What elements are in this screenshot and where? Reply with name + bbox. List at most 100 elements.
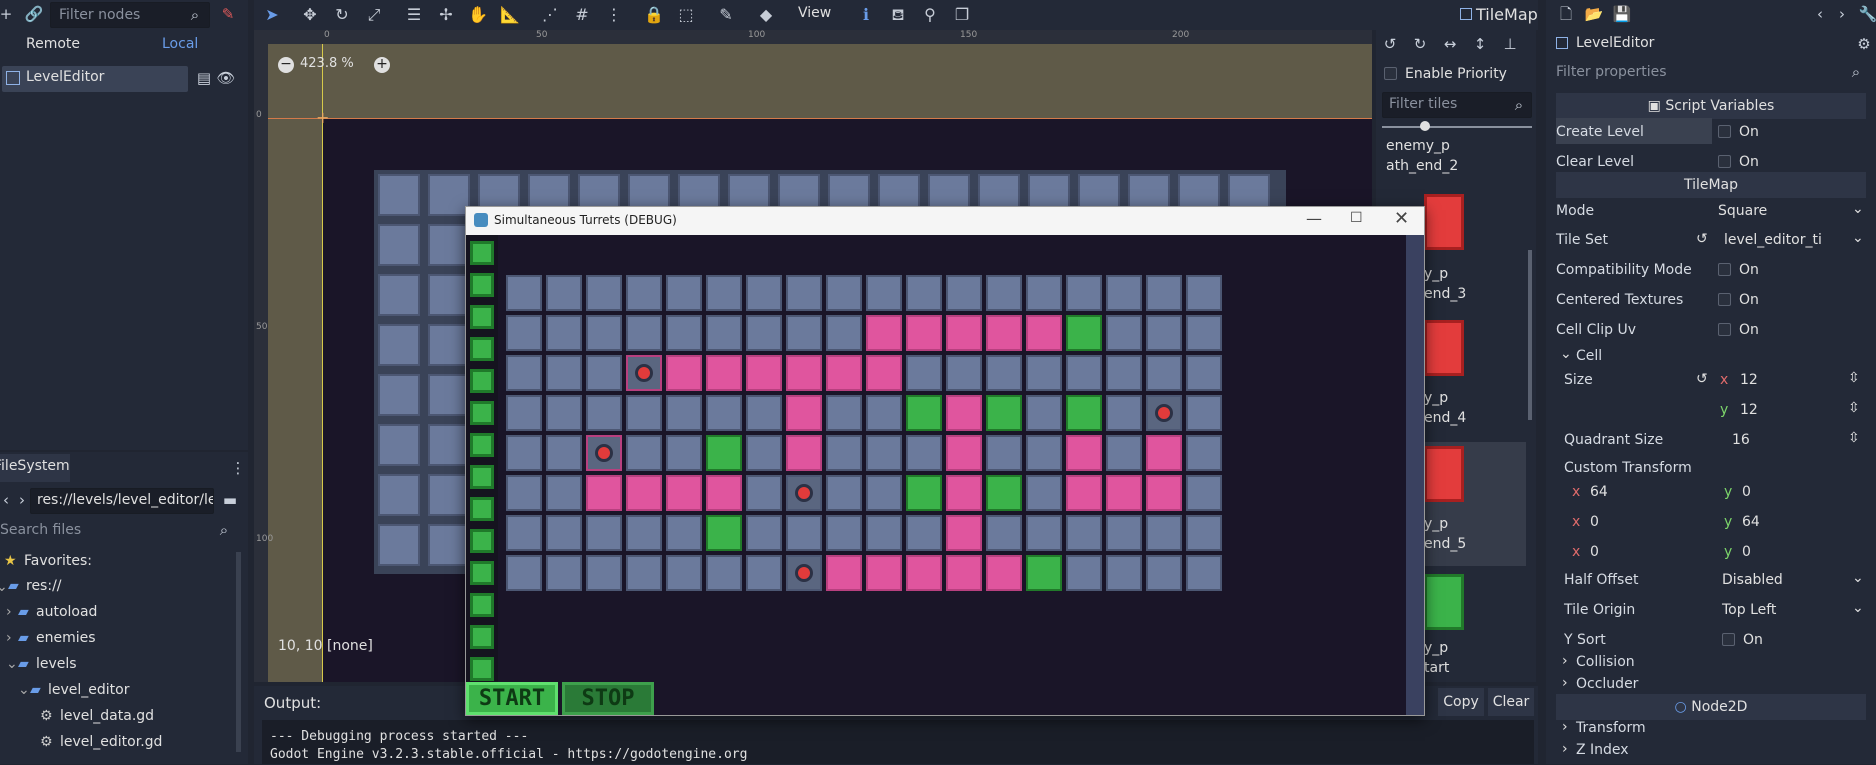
section-tilemap[interactable]: TileMap [1556,172,1866,198]
file-item[interactable]: level_data.gd [60,708,154,724]
tower-slot[interactable] [470,625,494,649]
object-menu-icon[interactable]: ⚙ [1852,32,1876,56]
checkbox[interactable] [1718,155,1731,168]
tile-thumb[interactable] [1424,320,1464,376]
grid-tile[interactable] [1106,315,1142,351]
grid-tile[interactable] [666,475,702,511]
file-item[interactable]: level_editor [48,682,130,698]
grid-tile[interactable] [826,395,862,431]
info-icon[interactable]: ℹ [852,2,880,28]
map-tile[interactable] [428,524,470,566]
grid-tile[interactable] [1066,515,1102,551]
grid-tile[interactable] [586,355,622,391]
grid-tile[interactable] [906,435,942,471]
map-tile[interactable] [428,474,470,516]
grid-tile[interactable] [1146,515,1182,551]
grid-tile[interactable] [746,355,782,391]
grid-tile[interactable] [866,315,902,351]
filter-nodes-input[interactable]: Filter nodes ⌕ [50,2,210,28]
grid-tile[interactable] [1186,515,1222,551]
map-tile[interactable] [378,524,420,566]
grid-tile[interactable] [1186,395,1222,431]
grid-tile[interactable] [1066,315,1102,351]
file-item[interactable]: enemies [36,630,96,646]
tower-slot[interactable] [470,497,494,521]
checkbox[interactable] [1722,633,1735,646]
spinner-icon[interactable]: ⇳ [1848,370,1860,386]
settings-icon[interactable]: 🔧 [1856,2,1876,26]
grid-tile[interactable] [706,515,742,551]
grid-tile[interactable] [866,475,902,511]
grid-tile[interactable] [706,275,742,311]
debug-window[interactable]: Simultaneous Turrets (DEBUG) — ☐ ✕ START… [465,206,1425,716]
grid-tile[interactable] [946,275,982,311]
grid-tile[interactable] [986,555,1022,591]
spinner-icon[interactable]: ⇳ [1848,400,1860,416]
grid-tile[interactable] [1186,475,1222,511]
grid-tile[interactable] [786,435,822,471]
grid-tile[interactable] [506,395,542,431]
grid-tile[interactable] [706,355,742,391]
grid-tile[interactable] [506,475,542,511]
grid-tile[interactable] [506,515,542,551]
prop-mode[interactable]: Mode Square ⌄ [1556,197,1876,226]
prop-tile-set[interactable]: Tile Set ↺ level_editor_ti ⌄ [1556,226,1876,255]
tab-local[interactable]: Local [162,36,198,52]
grid-tile[interactable] [1066,355,1102,391]
prop-clip-uv[interactable]: Cell Clip Uv On [1556,316,1876,345]
grid-tile[interactable] [866,435,902,471]
chevron-right-icon[interactable]: › [6,604,12,620]
grid-tile[interactable] [826,355,862,391]
grid-tile[interactable] [586,275,622,311]
flip-v-icon[interactable]: ↕ [1468,32,1492,56]
scale-tool-icon[interactable]: ⤢ [360,2,388,28]
grid-tile[interactable] [546,315,582,351]
grid-tile[interactable] [586,395,622,431]
grid-tile[interactable] [1186,355,1222,391]
grid-tile[interactable] [666,355,702,391]
map-tile[interactable] [378,274,420,316]
revert-icon[interactable]: ↺ [1696,371,1708,387]
tile-zoom-slider[interactable] [1382,126,1532,128]
ruler-tool-icon[interactable]: 📐 [496,2,524,28]
map-tile[interactable] [428,174,470,216]
grid-tile[interactable] [586,475,622,511]
search-files-input[interactable]: Search files ⌕ [0,518,236,544]
grid-tile[interactable] [546,515,582,551]
clear-button[interactable]: Clear [1488,688,1534,716]
rotate-left-icon[interactable]: ↺ [1378,32,1402,56]
pan-tool-icon[interactable]: ✋ [464,2,492,28]
grid-tile[interactable] [666,555,702,591]
grid-tile[interactable] [986,355,1022,391]
revert-icon[interactable]: ↺ [1696,231,1708,247]
grid-tile[interactable] [906,275,942,311]
maximize-icon[interactable]: ☐ [1350,210,1363,226]
filter-tiles-input[interactable]: Filter tiles ⌕ [1382,92,1532,118]
grid-tile[interactable] [666,275,702,311]
grid-tile[interactable] [1106,475,1142,511]
grid-tile[interactable] [546,275,582,311]
tower-slot[interactable] [470,337,494,361]
link-icon[interactable]: 🔗 [22,2,46,26]
game-view[interactable]: START STOP [466,235,1424,715]
grid-tile[interactable] [866,555,902,591]
grid-tile[interactable] [626,395,662,431]
minimize-icon[interactable]: — [1306,209,1322,228]
grid-tile[interactable] [626,275,662,311]
grid-tile[interactable] [1026,355,1062,391]
grid-tile[interactable] [546,435,582,471]
grid-tile[interactable] [1146,275,1182,311]
grid-tile[interactable] [906,475,942,511]
grid-tile[interactable] [1066,395,1102,431]
start-button[interactable]: START [466,682,558,715]
grid-tile[interactable] [506,555,542,591]
stop-button[interactable]: STOP [562,682,654,715]
prop-size[interactable]: Size ↺ x 12 ⇳ [1556,366,1876,395]
script-icon[interactable]: ✎ [216,2,240,26]
grid-tile[interactable] [1106,275,1142,311]
grid-tile[interactable] [546,475,582,511]
grid-tile[interactable] [1026,475,1062,511]
map-tile[interactable] [428,224,470,266]
grid-tile[interactable] [1186,555,1222,591]
tower-slot[interactable] [470,465,494,489]
